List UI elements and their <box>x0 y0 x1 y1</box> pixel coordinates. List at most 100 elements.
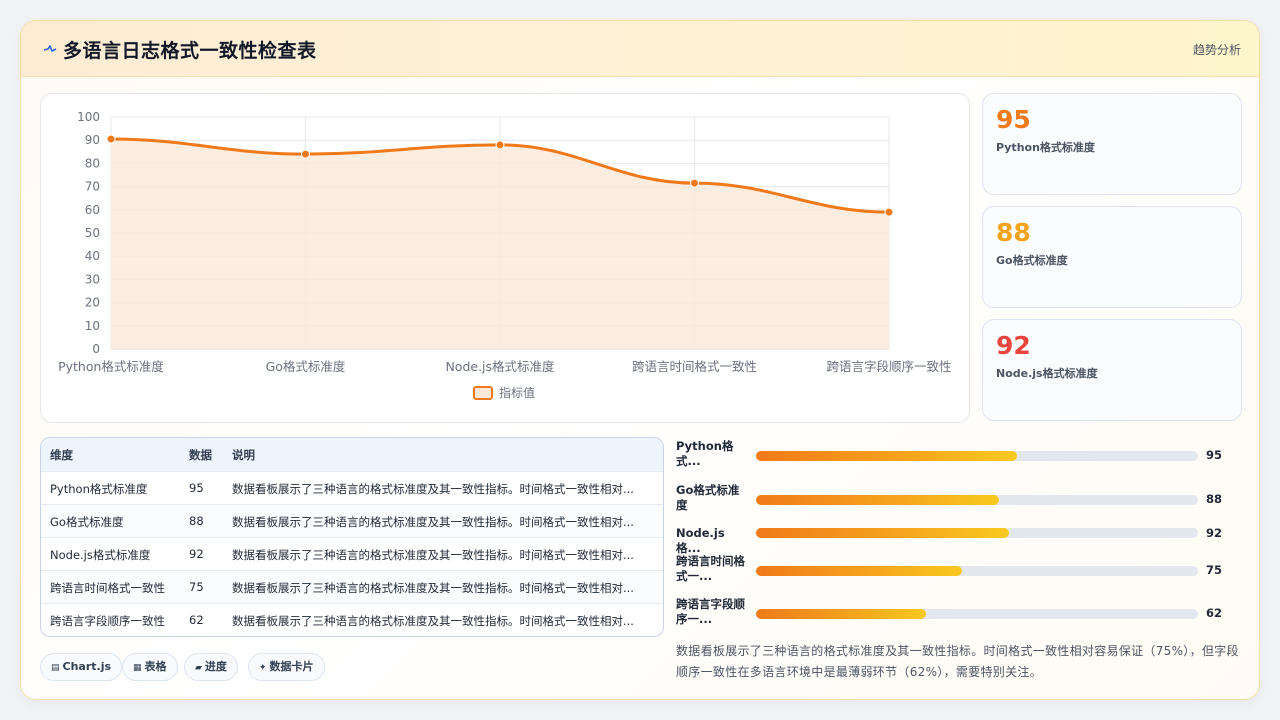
progress-label: Go格式标准度 <box>676 483 740 512</box>
table-icon: ▦ <box>133 663 142 673</box>
progress-track <box>756 495 1198 505</box>
data-point <box>690 178 699 188</box>
table-row: Python格式标准度 95 数据看板展示了三种语言的格式标准度及其一致性指标。… <box>41 471 663 504</box>
chip-label: 进度 <box>204 660 227 673</box>
stat-value: 88 <box>996 218 1031 247</box>
table-cell: Node.js格式标准度 <box>50 548 151 562</box>
progress-row: 跨语言时间格 式一... 75 <box>676 554 1246 584</box>
progress-label: 跨语言时间格 式一... <box>676 554 745 583</box>
progress-icon: ▰ <box>195 663 202 673</box>
legend-label: 指标值 <box>499 385 535 400</box>
x-tick-label: Go格式标准度 <box>266 359 346 374</box>
data-table: 维度 数据 说明 Python格式标准度 95 数据看板展示了三种语言的格式标准… <box>40 437 664 637</box>
progress-row: Go格式标准度 88 <box>676 483 1246 513</box>
y-tick-label: 100 <box>77 110 100 124</box>
x-tick-label: Node.js格式标准度 <box>445 359 555 374</box>
table-row: 跨语言字段顺序一致性 62 数据看板展示了三种语言的格式标准度及其一致性指标。时… <box>41 603 663 636</box>
data-point <box>495 140 505 150</box>
dashboard-frame: 多语言日志格式一致性检查表 趋势分析 0 10 20 30 40 50 60 70 80 90 10… <box>20 20 1260 700</box>
table-header-row: 维度 数据 说明 <box>41 438 663 471</box>
progress-label: Node.js格... <box>676 526 725 555</box>
header-bar: 多语言日志格式一致性检查表 趋势分析 <box>21 21 1259 77</box>
card-icon: ✦ <box>259 663 267 673</box>
progress-row: 跨语言字段顺 序一... 62 <box>676 597 1246 627</box>
progress-list: Python格 式... 95 Go格式标准度 88 Node.js格... 92… <box>676 437 1246 637</box>
column-header-description: 说明 <box>232 448 255 462</box>
line-chart-panel: 0 10 20 30 40 50 60 70 80 90 100 Python格式标准度 Go格式标准度… <box>40 93 970 423</box>
table-cell: Python格式标准度 <box>50 482 148 496</box>
progress-fill <box>756 609 927 619</box>
progress-value: 95 <box>1206 448 1223 462</box>
table-cell: 88 <box>189 514 204 528</box>
y-tick-label: 90 <box>85 133 100 147</box>
stat-card-nodejs: 92 Node.js格式标准度 <box>982 319 1242 421</box>
table-cell: 数据看板展示了三种语言的格式标准度及其一致性指标。时间格式一致性相对... <box>232 548 634 562</box>
y-tick-label: 20 <box>85 296 100 310</box>
page-title: 多语言日志格式一致性检查表 <box>63 40 317 62</box>
progress-row: Node.js格... 92 <box>676 526 1246 556</box>
stat-value: 92 <box>996 331 1031 360</box>
progress-track <box>756 451 1198 461</box>
stat-label: Go格式标准度 <box>996 254 1068 267</box>
chip-data-card[interactable]: ✦ 数据卡片 <box>248 653 325 681</box>
table-cell: 数据看板展示了三种语言的格式标准度及其一致性指标。时间格式一致性相对... <box>232 515 634 529</box>
y-tick-label: 10 <box>85 319 100 333</box>
line-chart: 0 10 20 30 40 50 60 70 80 90 100 Python格式标准度 Go格式标准度… <box>58 110 952 400</box>
stat-card-python: 95 Python格式标准度 <box>982 93 1242 195</box>
stat-label: Node.js格式标准度 <box>996 367 1098 380</box>
pulse-icon <box>43 45 57 52</box>
table-row: Go格式标准度 88 数据看板展示了三种语言的格式标准度及其一致性指标。时间格式… <box>41 504 663 537</box>
chip-label: Chart.js <box>62 660 112 673</box>
y-tick-label: 30 <box>85 272 100 286</box>
y-tick-label: 70 <box>85 180 100 194</box>
y-tick-label: 80 <box>85 156 100 170</box>
x-tick-label: 跨语言字段顺序一致性 <box>826 359 951 374</box>
column-header-dimension: 维度 <box>50 448 73 462</box>
x-tick-label: Python格式标准度 <box>58 359 164 374</box>
progress-fill <box>756 495 999 505</box>
table-cell: 数据看板展示了三种语言的格式标准度及其一致性指标。时间格式一致性相对... <box>232 614 634 628</box>
progress-label: 跨语言字段顺 序一... <box>676 597 745 626</box>
table-cell: 62 <box>189 613 204 627</box>
progress-track <box>756 609 1198 619</box>
stat-label: Python格式标准度 <box>996 141 1095 154</box>
progress-value: 75 <box>1206 563 1223 577</box>
table-cell: 跨语言时间格式一致性 <box>50 581 165 595</box>
progress-label: Python格 式... <box>676 439 734 468</box>
table-cell: Go格式标准度 <box>50 515 124 529</box>
chip-label: 数据卡片 <box>269 660 314 673</box>
table-row: Node.js格式标准度 92 数据看板展示了三种语言的格式标准度及其一致性指标… <box>41 537 663 570</box>
y-tick-label: 40 <box>85 249 100 263</box>
table-cell: 数据看板展示了三种语言的格式标准度及其一致性指标。时间格式一致性相对... <box>232 581 634 595</box>
progress-track <box>756 566 1198 576</box>
chip-table[interactable]: ▦ 表格 <box>122 653 178 681</box>
table-cell: 92 <box>189 547 204 561</box>
data-point <box>301 149 310 159</box>
data-point <box>106 134 116 144</box>
progress-track <box>756 528 1198 538</box>
table-cell: 75 <box>189 580 204 594</box>
trend-analysis-link[interactable]: 趋势分析 <box>1193 41 1241 58</box>
progress-row: Python格 式... 95 <box>676 439 1246 469</box>
table-cell: 跨语言字段顺序一致性 <box>50 614 165 628</box>
y-tick-label: 0 <box>92 342 100 356</box>
chip-progress[interactable]: ▰ 进度 <box>184 653 238 681</box>
chip-label: 表格 <box>144 660 167 673</box>
chip-chartjs[interactable]: ▤ Chart.js <box>40 653 123 681</box>
progress-fill <box>756 451 1017 461</box>
progress-value: 88 <box>1206 492 1223 506</box>
table-cell: 95 <box>189 481 204 495</box>
chart-icon: ▤ <box>51 663 60 673</box>
summary-text: 数据看板展示了三种语言的格式标准度及其一致性指标。时间格式一致性相对容易保证（7… <box>676 644 1239 679</box>
data-point <box>884 207 894 217</box>
x-tick-label: 跨语言时间格式一致性 <box>632 359 757 374</box>
column-header-data: 数据 <box>189 448 212 462</box>
progress-value: 62 <box>1206 606 1223 620</box>
progress-value: 92 <box>1206 526 1223 540</box>
y-tick-label: 60 <box>85 203 100 217</box>
table-cell: 数据看板展示了三种语言的格式标准度及其一致性指标。时间格式一致性相对... <box>232 482 634 496</box>
stat-card-go: 88 Go格式标准度 <box>982 206 1242 308</box>
stat-value: 95 <box>996 105 1031 134</box>
progress-fill <box>756 566 962 576</box>
y-tick-label: 50 <box>85 226 100 240</box>
